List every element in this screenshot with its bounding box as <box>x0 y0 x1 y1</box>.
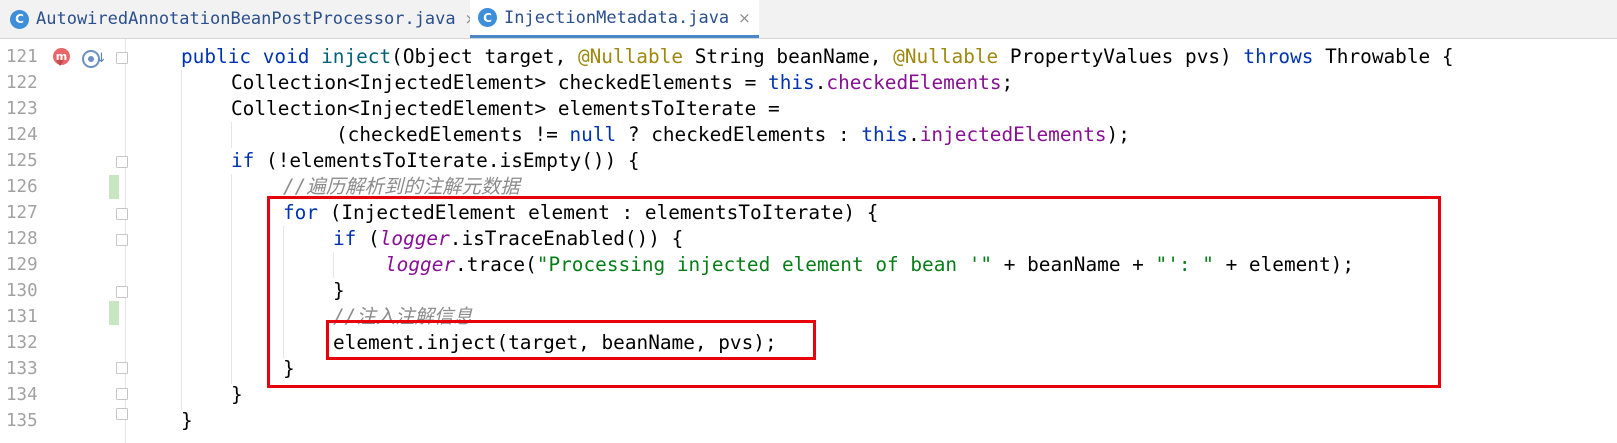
override-arrow-icon <box>56 60 64 66</box>
code-line-125[interactable]: if (!elementsToIterate.isEmpty()) { <box>231 148 640 174</box>
line-number: 124 <box>6 125 38 145</box>
code-line-121[interactable]: public void inject(Object target, @Nulla… <box>181 44 1454 70</box>
tab-autowired-annotation-bean-post-processor[interactable]: C AutowiredAnnotationBeanPostProcessor.j… <box>10 0 477 38</box>
fold-marker-icon[interactable] <box>116 286 128 298</box>
line-number: 132 <box>6 333 38 353</box>
java-class-icon: C <box>10 9 29 29</box>
code-line-134[interactable]: } <box>231 382 243 408</box>
code-line-135[interactable]: } <box>181 408 193 434</box>
fold-marker-icon[interactable] <box>116 408 128 420</box>
line-number: 129 <box>6 255 38 275</box>
editor-tab-bar: C AutowiredAnnotationBeanPostProcessor.j… <box>0 0 1617 39</box>
line-number: 135 <box>6 411 38 431</box>
fold-marker-icon[interactable] <box>116 52 128 64</box>
java-class-icon: C <box>478 8 497 27</box>
tab-injection-metadata[interactable]: C InjectionMetadata.java × <box>470 0 759 38</box>
code-line-122[interactable]: Collection<InjectedElement> checkedEleme… <box>231 70 1013 96</box>
line-number: 128 <box>6 229 38 249</box>
code-line-124[interactable]: (checkedElements != null ? checkedElemen… <box>336 122 1130 148</box>
fold-marker-icon[interactable] <box>116 156 128 168</box>
code-comment: //遍历解析到的注解元数据 <box>283 175 520 198</box>
line-number: 122 <box>6 73 38 93</box>
line-number: 127 <box>6 203 38 223</box>
line-number: 130 <box>6 281 38 301</box>
indent-guide <box>181 70 182 410</box>
close-icon[interactable]: × <box>738 9 751 27</box>
line-number: 131 <box>6 307 38 327</box>
line-number: 134 <box>6 385 38 405</box>
down-arrow-icon: ↓ <box>96 51 107 66</box>
line-number: 125 <box>6 151 38 171</box>
tab-label: AutowiredAnnotationBeanPostProcessor.jav… <box>36 9 456 29</box>
vcs-change-marker[interactable] <box>109 175 119 199</box>
line-number: 126 <box>6 177 38 197</box>
fold-marker-icon[interactable] <box>116 388 128 400</box>
line-number: 121 <box>6 47 38 67</box>
fold-marker-icon[interactable] <box>116 208 128 220</box>
line-number: 133 <box>6 359 38 379</box>
fold-marker-icon[interactable] <box>116 234 128 246</box>
vcs-change-marker[interactable] <box>109 301 119 325</box>
tab-label: InjectionMetadata.java <box>504 7 730 28</box>
inject-call-highlight-box <box>326 320 816 360</box>
indent-guide <box>231 174 232 384</box>
line-number: 123 <box>6 99 38 119</box>
fold-marker-icon[interactable] <box>116 362 128 374</box>
code-line-123[interactable]: Collection<InjectedElement> elementsToIt… <box>231 96 780 122</box>
indent-guide <box>231 122 232 148</box>
